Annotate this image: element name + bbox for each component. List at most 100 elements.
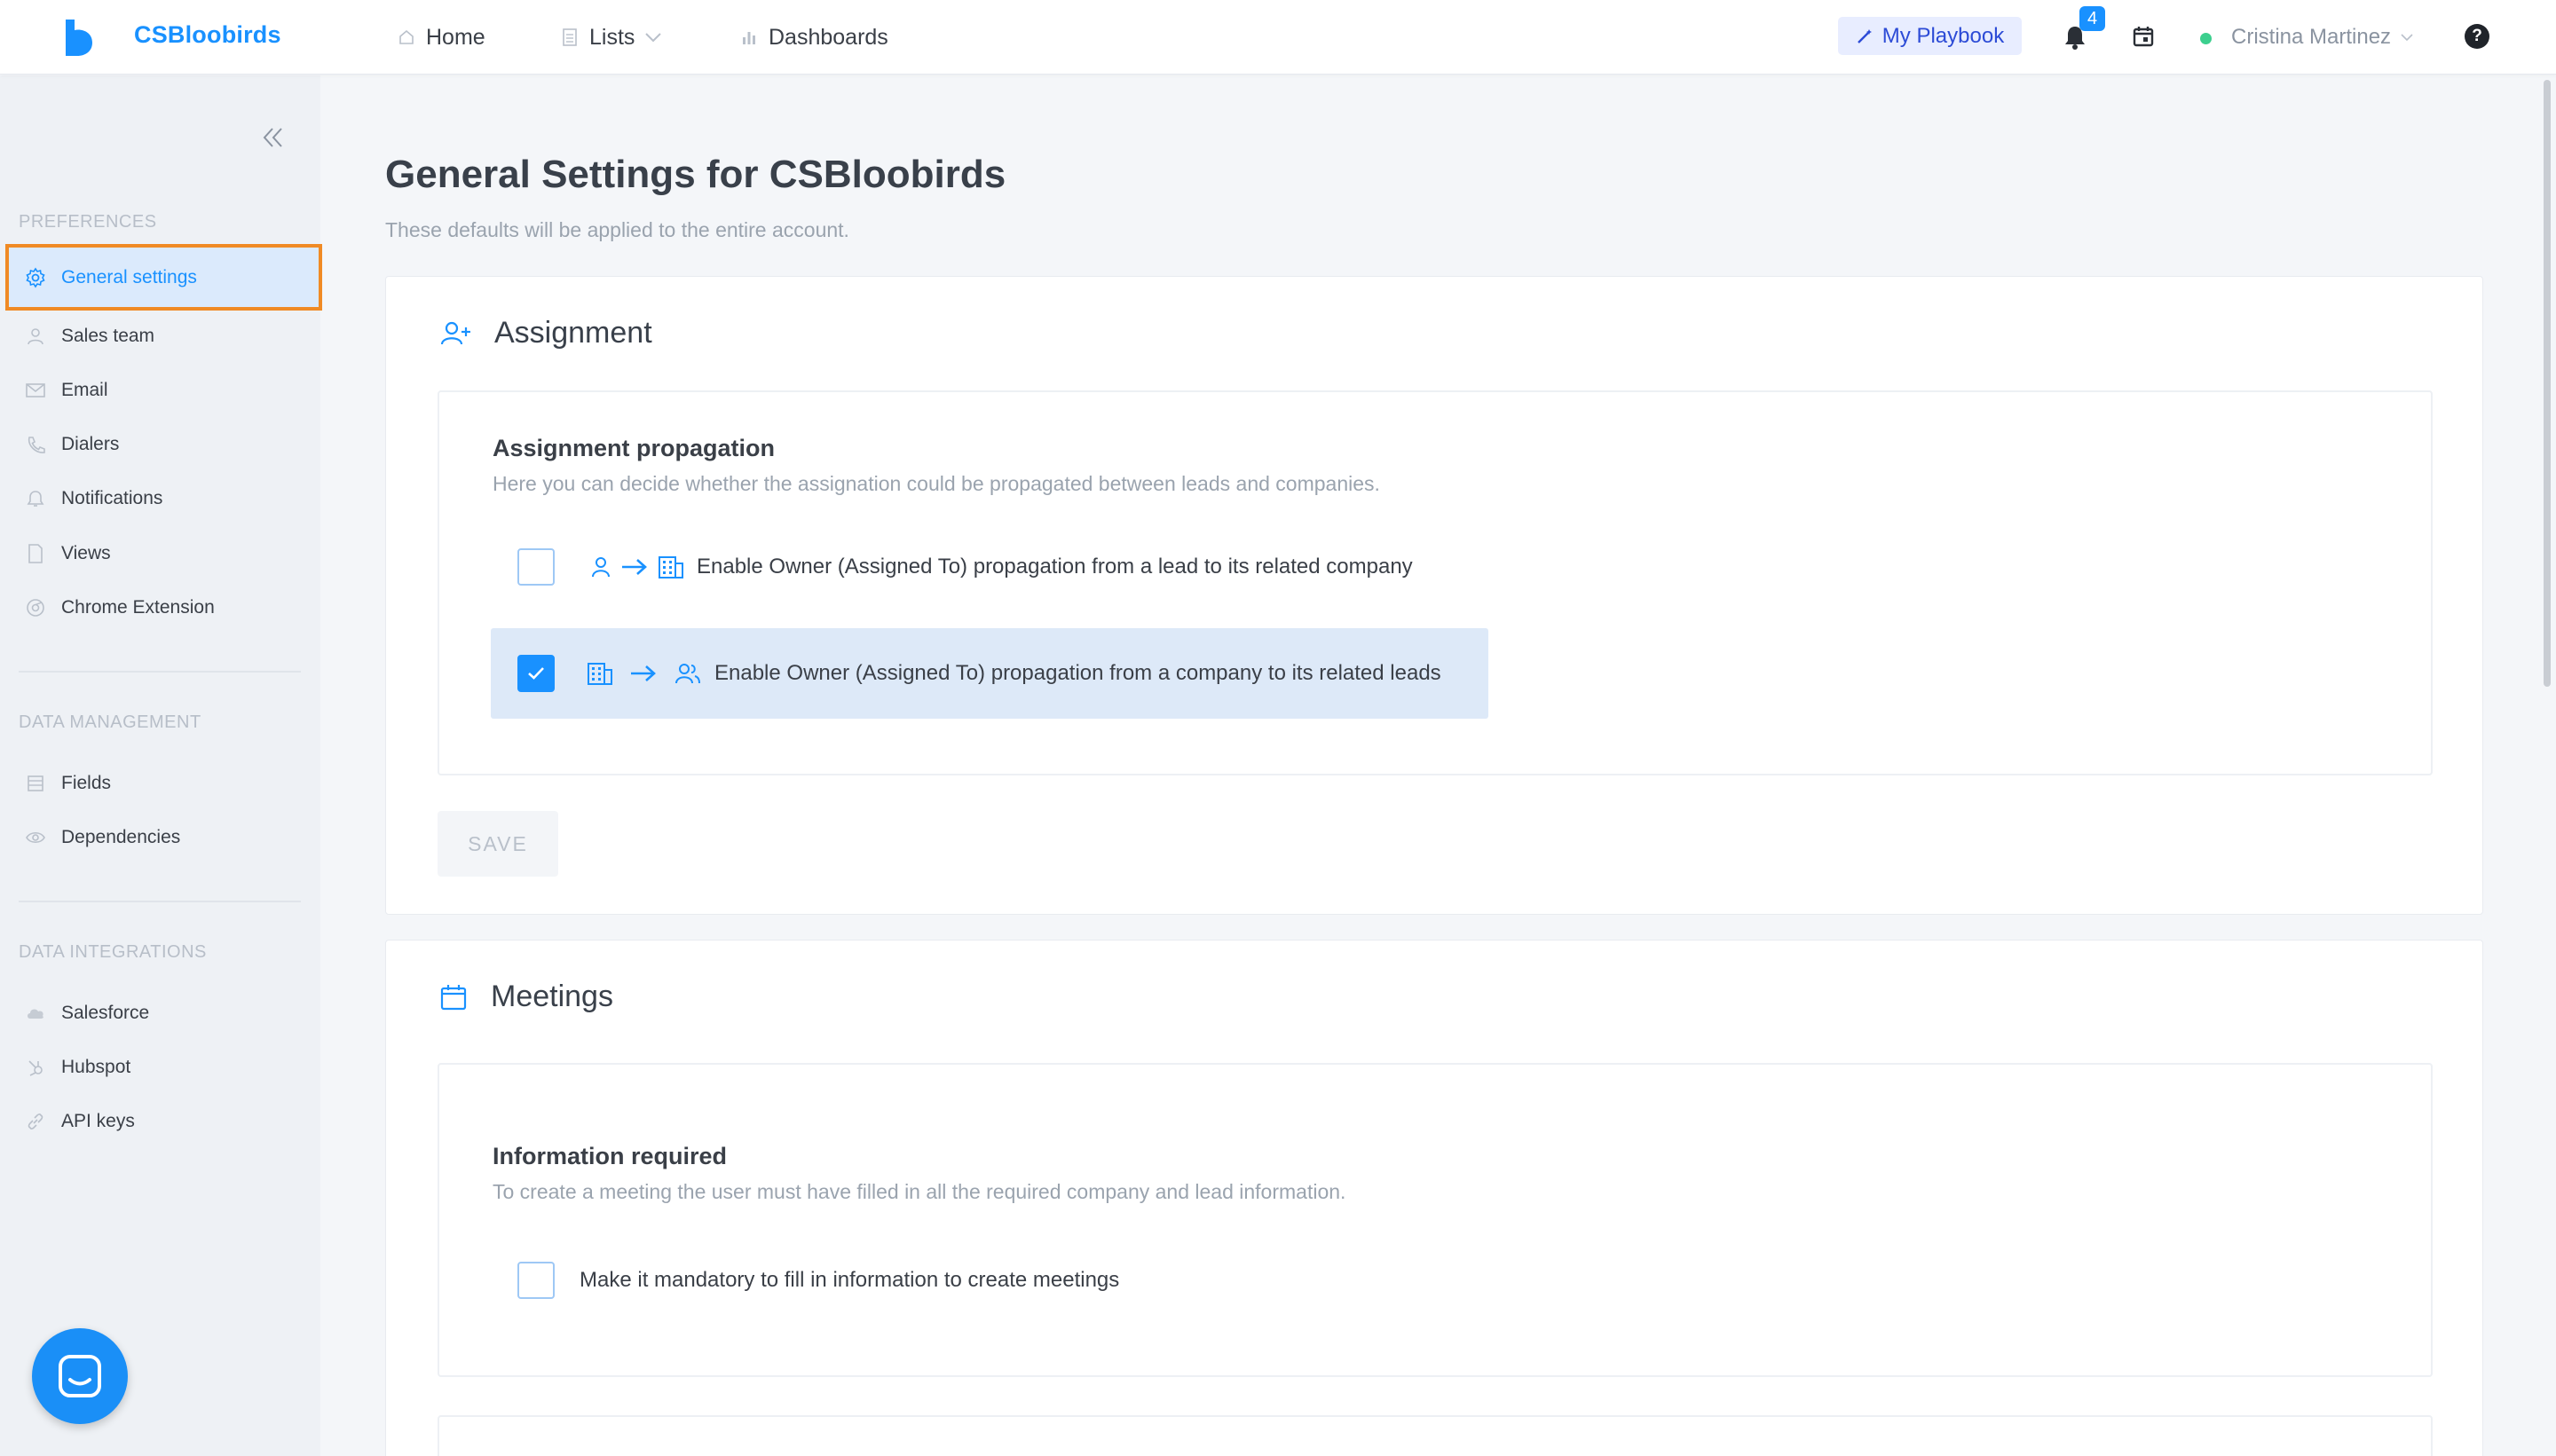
company-to-leads-checkbox[interactable] <box>517 655 555 692</box>
assignment-propagation-description: Here you can decide whether the assignat… <box>493 472 1380 495</box>
bell-icon <box>24 487 47 510</box>
building-icon <box>588 663 612 685</box>
sidebar-item-label: Dialers <box>61 433 120 454</box>
lead-to-company-label: Enable Owner (Assigned To) propagation f… <box>697 555 1413 578</box>
people-icon <box>675 664 700 684</box>
sidebar-item-api-keys[interactable]: API keys <box>9 1091 319 1151</box>
nav-lists[interactable]: Lists <box>561 20 674 55</box>
online-status-dot <box>2200 33 2212 44</box>
hubspot-icon <box>24 1056 47 1079</box>
information-required-title: Information required <box>493 1143 728 1169</box>
lead-to-company-checkbox[interactable] <box>517 548 555 586</box>
user-name: Cristina Martinez <box>2231 25 2392 49</box>
sidebar-item-dependencies[interactable]: Dependencies <box>9 807 319 867</box>
sidebar-item-label: Notifications <box>61 487 163 508</box>
settings-sidebar: PREFERENCES General settings Sales team … <box>0 75 322 1456</box>
assignment-heading-label: Assignment <box>494 316 652 350</box>
chat-launcher-button[interactable] <box>32 1328 128 1424</box>
sidebar-item-email[interactable]: Email <box>9 360 319 420</box>
check-icon <box>528 667 544 680</box>
notifications-badge: 4 <box>2079 6 2105 31</box>
sidebar-item-label: Hubspot <box>61 1056 131 1077</box>
sidebar-item-views[interactable]: Views <box>9 523 319 583</box>
help-label: ? <box>2472 27 2482 45</box>
nav-home[interactable]: Home <box>398 20 485 55</box>
mail-icon <box>24 379 47 402</box>
nav-dashboards-label: Dashboards <box>769 24 888 50</box>
chevron-down-icon <box>2401 34 2413 42</box>
information-required-box: Information required To create a meeting… <box>438 1063 2433 1377</box>
sidebar-item-fields[interactable]: Fields <box>9 753 319 813</box>
my-playbook-button[interactable]: My Playbook <box>1838 17 2022 55</box>
gear-icon <box>24 266 47 289</box>
sidebar-item-label: Views <box>61 542 111 563</box>
person-icon <box>24 325 47 348</box>
help-icon[interactable]: ? <box>2465 24 2489 49</box>
sidebar-item-label: Chrome Extension <box>61 596 215 618</box>
sidebar-item-label: Fields <box>61 772 112 793</box>
nav-home-label: Home <box>426 24 485 50</box>
link-icon <box>24 1110 47 1133</box>
home-icon <box>399 29 414 44</box>
sidebar-item-chrome-extension[interactable]: Chrome Extension <box>9 578 319 637</box>
sidebar-item-notifications[interactable]: Notifications <box>9 468 319 528</box>
calendar-icon <box>440 984 467 1010</box>
list-icon <box>24 772 47 795</box>
sidebar-item-hubspot[interactable]: Hubspot <box>9 1037 319 1097</box>
building-icon <box>659 556 683 578</box>
page-scrollbar[interactable] <box>2544 80 2551 687</box>
sidebar-divider <box>19 671 301 673</box>
magic-wand-icon <box>1857 28 1872 43</box>
lead-to-company-flow <box>590 555 684 579</box>
bloobirds-logo-icon[interactable] <box>62 18 96 57</box>
user-menu[interactable]: Cristina Martinez <box>2231 25 2414 50</box>
company-to-leads-flow <box>587 661 702 686</box>
chat-icon <box>59 1355 101 1397</box>
data-integrations-section-title: DATA INTEGRATIONS <box>19 942 207 962</box>
list-icon <box>563 28 577 46</box>
sidebar-item-sales-team[interactable]: Sales team <box>9 306 319 366</box>
sidebar-item-label: API keys <box>61 1110 135 1131</box>
mandatory-info-checkbox[interactable] <box>517 1262 555 1299</box>
cloud-icon <box>24 1002 47 1025</box>
data-management-section-title: DATA MANAGEMENT <box>19 712 201 732</box>
phone-icon <box>24 433 47 456</box>
brand-name[interactable]: CSBloobirds <box>134 21 281 49</box>
sidebar-item-general-settings[interactable]: General settings <box>5 244 322 311</box>
arrow-right-icon <box>622 559 647 575</box>
next-settings-box <box>438 1415 2433 1456</box>
assignment-propagation-title: Assignment propagation <box>493 435 776 461</box>
sidebar-divider <box>19 901 301 902</box>
calendar-icon[interactable] <box>2133 25 2154 48</box>
bar-chart-icon <box>743 32 755 44</box>
lead-to-company-option[interactable]: Enable Owner (Assigned To) propagation f… <box>517 547 1413 587</box>
meetings-heading: Meetings <box>439 980 613 1014</box>
chevron-down-icon <box>645 33 662 43</box>
mandatory-info-label: Make it mandatory to fill in information… <box>580 1268 1120 1292</box>
document-icon <box>24 542 47 565</box>
meetings-heading-label: Meetings <box>491 980 613 1013</box>
meetings-card: Meetings Information required To create … <box>385 940 2483 1456</box>
nav-lists-label: Lists <box>589 24 635 50</box>
mandatory-info-option[interactable]: Make it mandatory to fill in information… <box>517 1260 1119 1301</box>
top-bar: CSBloobirds Home Lists Dashboards My Pla… <box>0 0 2556 75</box>
chrome-icon <box>24 596 47 619</box>
save-button[interactable]: SAVE <box>438 811 558 877</box>
sidebar-item-label: General settings <box>61 266 197 287</box>
sidebar-item-label: Salesforce <box>61 1002 150 1023</box>
sidebar-item-label: Email <box>61 379 108 400</box>
page-subtitle: These defaults will be applied to the en… <box>385 218 849 241</box>
person-icon <box>592 557 610 578</box>
company-to-leads-label: Enable Owner (Assigned To) propagation f… <box>714 661 1441 685</box>
sidebar-item-salesforce[interactable]: Salesforce <box>9 983 319 1043</box>
sidebar-item-dialers[interactable]: Dialers <box>9 414 319 474</box>
assignment-propagation-box: Assignment propagation Here you can deci… <box>438 390 2433 775</box>
sidebar-item-label: Dependencies <box>61 826 181 847</box>
collapse-sidebar-icon[interactable] <box>260 124 287 151</box>
assignment-heading: Assignment <box>439 316 652 350</box>
assignment-card: Assignment Assignment propagation Here y… <box>385 276 2483 915</box>
arrow-right-icon <box>631 665 656 681</box>
preferences-section-title: PREFERENCES <box>19 212 157 232</box>
company-to-leads-option[interactable]: Enable Owner (Assigned To) propagation f… <box>491 628 1488 719</box>
nav-dashboards[interactable]: Dashboards <box>740 20 888 55</box>
